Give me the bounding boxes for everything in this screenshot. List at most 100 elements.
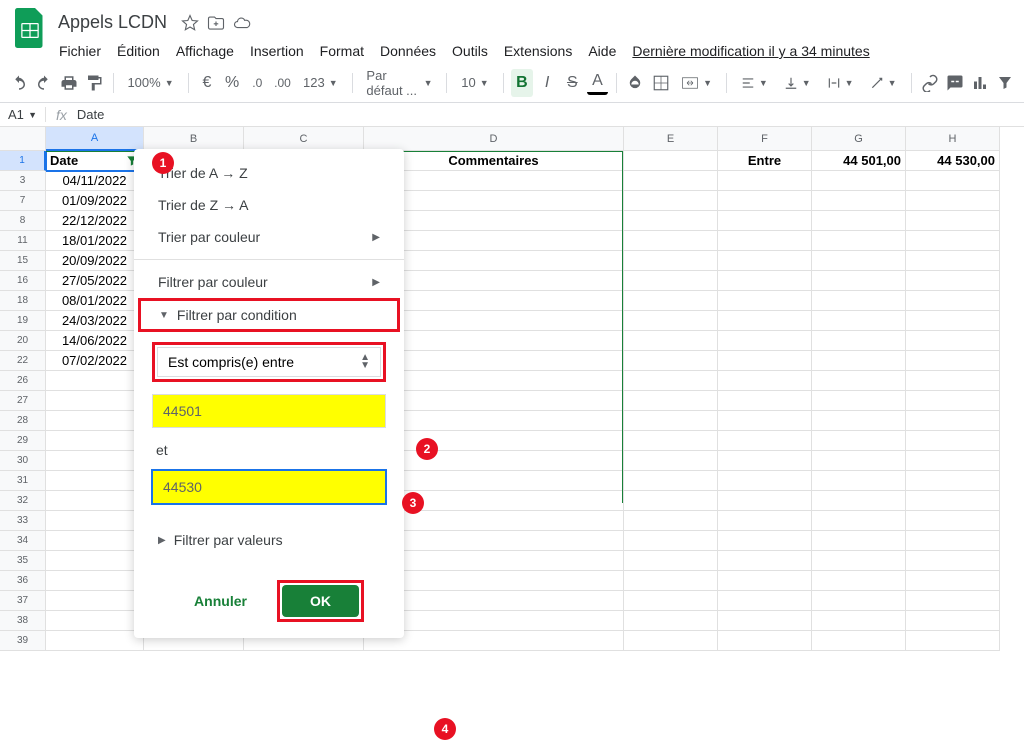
cell[interactable]: 22/12/2022 — [46, 211, 144, 231]
cell[interactable] — [812, 391, 906, 411]
cell[interactable] — [718, 411, 812, 431]
cell[interactable]: 14/06/2022 — [46, 331, 144, 351]
more-formats-select[interactable]: 123▼ — [297, 69, 344, 97]
cell[interactable] — [906, 431, 1000, 451]
cell[interactable] — [718, 331, 812, 351]
row-header[interactable]: 34 — [0, 531, 46, 551]
cell[interactable] — [906, 631, 1000, 651]
cell[interactable] — [906, 371, 1000, 391]
cell[interactable] — [624, 451, 718, 471]
last-modified[interactable]: Dernière modification il y a 34 minutes — [625, 39, 876, 63]
cell[interactable]: 01/09/2022 — [46, 191, 144, 211]
cell[interactable] — [812, 431, 906, 451]
cell[interactable] — [46, 491, 144, 511]
cell[interactable] — [906, 571, 1000, 591]
cell[interactable] — [812, 551, 906, 571]
row-header[interactable]: 15 — [0, 251, 46, 271]
cell[interactable]: 44 530,00 — [906, 151, 1000, 171]
undo-button[interactable] — [8, 69, 29, 97]
cell[interactable] — [812, 371, 906, 391]
cell[interactable] — [906, 331, 1000, 351]
cell[interactable] — [624, 211, 718, 231]
name-box[interactable]: A1▼ — [0, 107, 46, 122]
cell[interactable] — [906, 291, 1000, 311]
row-header[interactable]: 28 — [0, 411, 46, 431]
cell[interactable]: 20/09/2022 — [46, 251, 144, 271]
wrap-button[interactable]: ▼ — [821, 69, 860, 97]
cell[interactable] — [718, 311, 812, 331]
cell[interactable] — [624, 511, 718, 531]
cell[interactable] — [718, 531, 812, 551]
cell[interactable] — [906, 391, 1000, 411]
cell[interactable] — [718, 471, 812, 491]
filter-value-2[interactable]: 44530 — [152, 470, 386, 504]
col-header-b[interactable]: B — [144, 127, 244, 151]
menu-outils[interactable]: Outils — [445, 39, 495, 63]
cell[interactable]: 27/05/2022 — [46, 271, 144, 291]
row-header[interactable]: 11 — [0, 231, 46, 251]
cell[interactable] — [46, 571, 144, 591]
cell[interactable] — [624, 151, 718, 171]
link-button[interactable] — [919, 69, 940, 97]
cell[interactable] — [812, 471, 906, 491]
star-icon[interactable] — [181, 14, 199, 32]
cell[interactable] — [812, 311, 906, 331]
row-header[interactable]: 37 — [0, 591, 46, 611]
cell[interactable] — [624, 491, 718, 511]
cell[interactable] — [906, 471, 1000, 491]
merge-button[interactable]: ▼ — [675, 69, 718, 97]
cancel-button[interactable]: Annuler — [174, 585, 267, 617]
cell[interactable] — [624, 251, 718, 271]
cell[interactable] — [906, 511, 1000, 531]
cell[interactable] — [906, 251, 1000, 271]
zoom-select[interactable]: 100%▼ — [121, 69, 179, 97]
rotate-button[interactable]: ▼ — [864, 69, 903, 97]
cell[interactable] — [906, 211, 1000, 231]
row-header[interactable]: 32 — [0, 491, 46, 511]
cell[interactable] — [812, 611, 906, 631]
cell[interactable] — [812, 271, 906, 291]
menu-format[interactable]: Format — [313, 39, 371, 63]
text-color-button[interactable]: A — [587, 71, 608, 95]
cell[interactable] — [812, 591, 906, 611]
col-header-f[interactable]: F — [718, 127, 812, 151]
cell[interactable] — [906, 531, 1000, 551]
cell[interactable] — [812, 251, 906, 271]
row-header[interactable]: 31 — [0, 471, 46, 491]
italic-button[interactable]: I — [537, 69, 558, 97]
comment-button[interactable] — [944, 69, 965, 97]
percent-button[interactable]: % — [222, 69, 243, 97]
col-header-a[interactable]: A — [46, 127, 144, 151]
cell[interactable] — [624, 331, 718, 351]
cell[interactable] — [46, 511, 144, 531]
cell[interactable] — [624, 551, 718, 571]
cell[interactable] — [906, 451, 1000, 471]
cell[interactable] — [812, 631, 906, 651]
cell[interactable] — [624, 291, 718, 311]
cell[interactable] — [906, 351, 1000, 371]
cell[interactable]: 24/03/2022 — [46, 311, 144, 331]
cell[interactable] — [812, 171, 906, 191]
cell[interactable] — [718, 271, 812, 291]
row-header[interactable]: 36 — [0, 571, 46, 591]
cell[interactable] — [812, 331, 906, 351]
cell[interactable] — [906, 411, 1000, 431]
cell[interactable] — [624, 171, 718, 191]
bold-button[interactable]: B — [511, 69, 532, 97]
currency-button[interactable]: € — [196, 69, 217, 97]
cell[interactable] — [624, 571, 718, 591]
cell[interactable] — [906, 171, 1000, 191]
halign-button[interactable]: ▼ — [735, 69, 774, 97]
cell[interactable] — [624, 271, 718, 291]
cell[interactable] — [624, 391, 718, 411]
cell[interactable]: 07/02/2022 — [46, 351, 144, 371]
col-header-d[interactable]: D — [364, 127, 624, 151]
menu-fichier[interactable]: Fichier — [52, 39, 108, 63]
cell[interactable] — [906, 611, 1000, 631]
cell[interactable] — [718, 491, 812, 511]
condition-select[interactable]: Est compris(e) entre▲▼ — [152, 342, 386, 382]
cell[interactable] — [812, 571, 906, 591]
menu-affichage[interactable]: Affichage — [169, 39, 241, 63]
cell[interactable] — [812, 211, 906, 231]
filter-button[interactable] — [995, 69, 1016, 97]
